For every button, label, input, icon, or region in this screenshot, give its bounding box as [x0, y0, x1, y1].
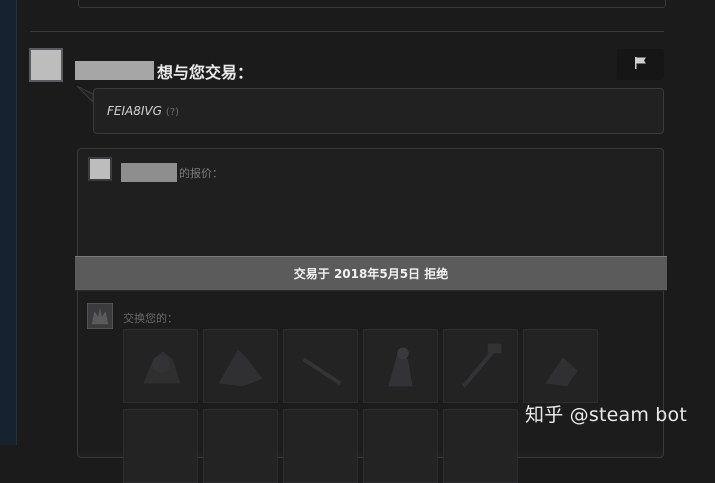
exchange-label: 交换您的：: [123, 312, 178, 325]
item-slot[interactable]: [123, 409, 198, 483]
item-slot[interactable]: [283, 409, 358, 483]
trade-partner-avatar[interactable]: [29, 48, 63, 82]
left-rail: [0, 0, 16, 445]
rail-divider: [16, 0, 17, 445]
item-slot[interactable]: [443, 329, 518, 403]
item-slot[interactable]: [123, 329, 198, 403]
message-help-link[interactable]: (?): [166, 107, 179, 118]
watermark: 知乎 @steam bot: [525, 404, 688, 426]
offer-owner-avatar[interactable]: [88, 157, 112, 181]
partner-name-redacted: [75, 61, 154, 80]
item-slot[interactable]: [203, 329, 278, 403]
item-slot[interactable]: [363, 409, 438, 483]
previous-offer-card: [78, 0, 666, 8]
item-slot[interactable]: [363, 329, 438, 403]
item-slot[interactable]: [443, 409, 518, 483]
offer-label: 的报价：: [179, 167, 223, 180]
offer-owner-name-redacted: [121, 163, 177, 182]
trade-message-text: FEIA8IVG: [107, 104, 162, 118]
trade-message: FEIA8IVG (?): [107, 104, 179, 118]
report-button[interactable]: [617, 49, 664, 80]
trade-status-bar: 交易于 2018年5月5日 拒绝: [75, 256, 667, 291]
item-slot[interactable]: [203, 409, 278, 483]
trade-status-text: 交易于 2018年5月5日 拒绝: [293, 267, 449, 281]
flag-icon: [633, 55, 649, 74]
section-divider: [30, 31, 664, 32]
item-slot[interactable]: [283, 329, 358, 403]
trade-offer-header: 想与您交易：: [157, 63, 254, 82]
item-slot[interactable]: [523, 329, 598, 403]
your-avatar[interactable]: [87, 303, 113, 329]
